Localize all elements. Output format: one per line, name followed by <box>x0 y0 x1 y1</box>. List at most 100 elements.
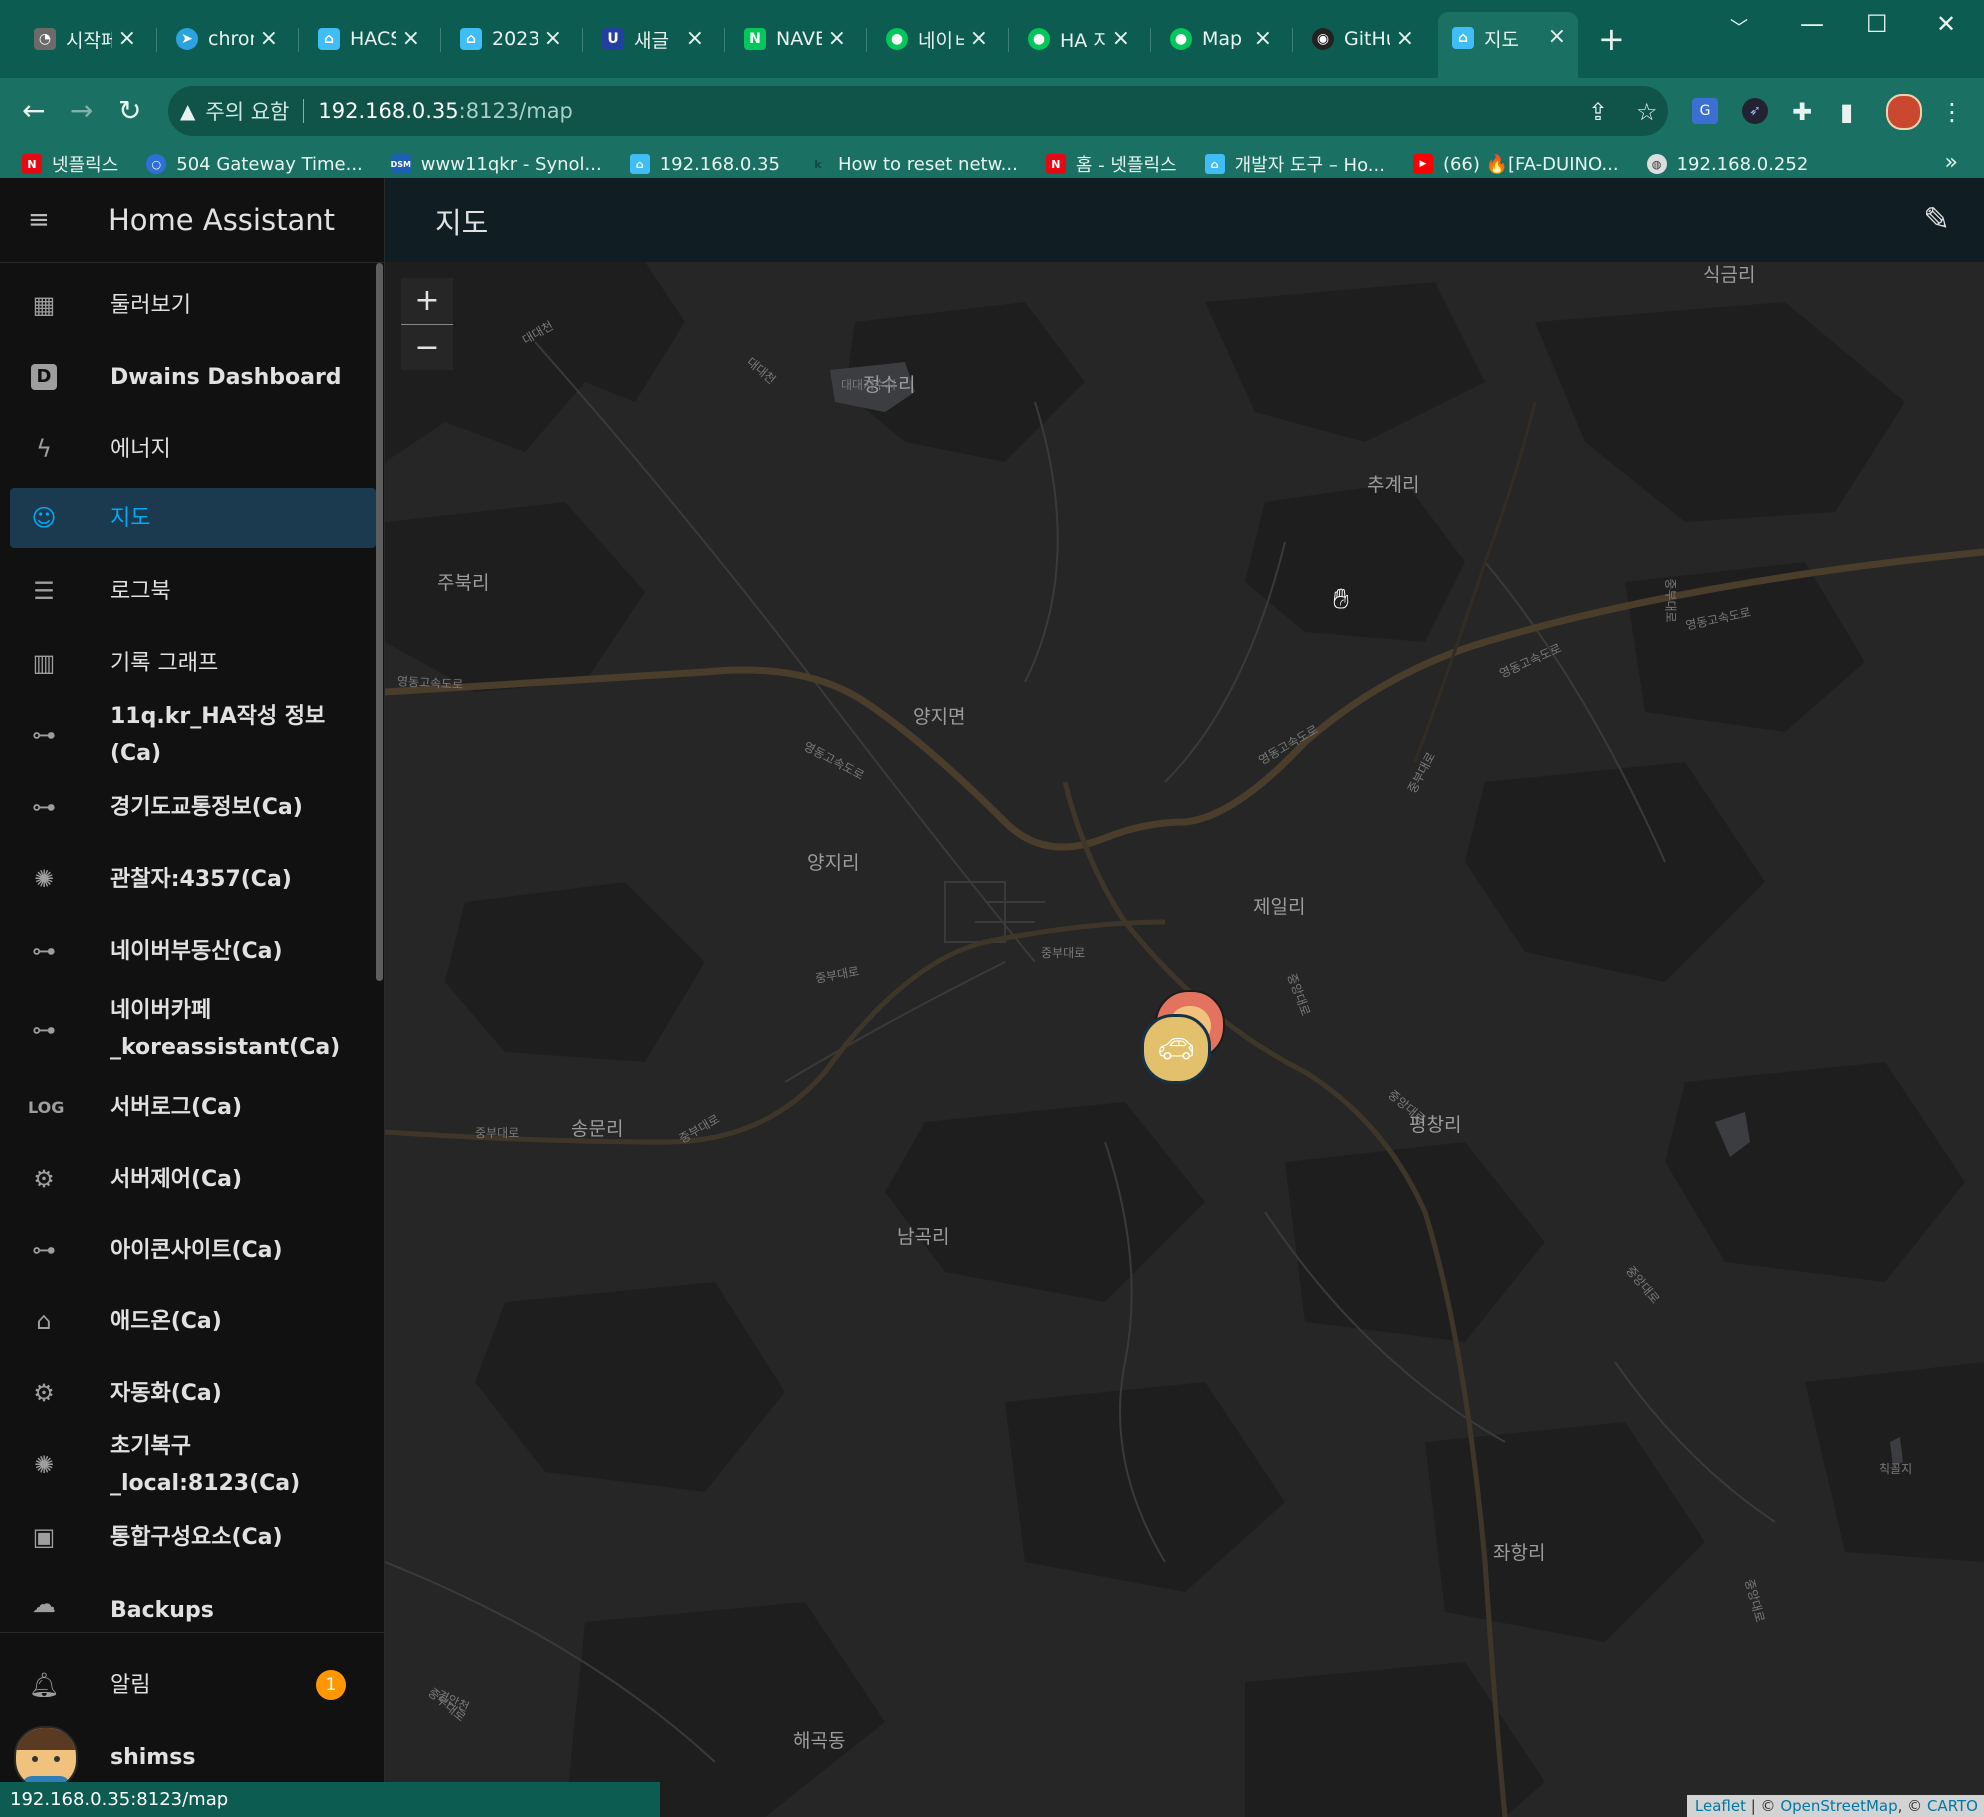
map-view[interactable]: 식금리 정수리 추계리 주북리 양지면 양지리 제일리 송문리 평창리 남곡리 … <box>385 262 1984 1817</box>
bookmark-label: (66) 🔥[FA-DUINO... <box>1442 153 1619 175</box>
browser-tab-active[interactable]: ⌂ 지도 × <box>1438 12 1578 78</box>
osm-link[interactable]: OpenStreetMap <box>1780 1797 1897 1815</box>
sidebar-item-server-log[interactable]: LOG 서버로그(Ca) <box>10 1078 376 1136</box>
tab-favicon-icon: ● <box>1170 28 1192 50</box>
side-panel-icon[interactable]: ▮ <box>1840 98 1853 126</box>
sidebar-item-observer[interactable]: ✺ 관찰자:4357(Ca) <box>10 850 376 908</box>
sidebar-item-automation[interactable]: ⚙ 자동화(Ca) <box>10 1364 376 1422</box>
minimize-button[interactable]: — <box>1800 10 1824 38</box>
share-icon[interactable]: ⇪ <box>1588 98 1608 126</box>
bookmark-item[interactable]: k How to reset netw... <box>807 154 1018 175</box>
tab-close-icon[interactable]: × <box>1396 26 1414 51</box>
tab-close-icon[interactable]: × <box>402 26 420 51</box>
tab-close-icon[interactable]: × <box>1548 24 1566 49</box>
tab-close-icon[interactable]: × <box>118 26 136 51</box>
extensions-puzzle-icon[interactable]: ✚ <box>1792 98 1812 126</box>
close-window-button[interactable]: ✕ <box>1936 10 1956 38</box>
lightbulb-icon: ✺ <box>33 1451 55 1479</box>
sidebar-item-logbook[interactable]: ☰ 로그북 <box>10 562 376 620</box>
sidebar-item-backups[interactable]: ☁ Backups <box>10 1578 376 1632</box>
bookmark-item[interactable]: N 홈 - 넷플릭스 <box>1045 151 1177 177</box>
sidebar-item-map[interactable]: ☺ 지도 <box>10 488 376 548</box>
tab-close-icon[interactable]: × <box>260 26 278 51</box>
sidebar-item-label: Dwains Dashboard <box>110 364 342 390</box>
road-label: 영동고속도로 <box>396 674 464 692</box>
link-icon: ⊶ <box>32 1016 56 1044</box>
forward-button[interactable]: → <box>70 94 93 127</box>
back-button[interactable]: ← <box>22 94 45 127</box>
browser-tab[interactable]: ● Map × <box>1156 14 1284 64</box>
bookmark-item[interactable]: ▶ (66) 🔥[FA-DUINO... <box>1412 153 1619 175</box>
menu-collapse-icon[interactable]: ≡ <box>28 205 60 235</box>
bookmark-item[interactable]: ⌂ 192.168.0.35 <box>629 154 780 175</box>
bookmark-item[interactable]: ◍ 192.168.0.252 <box>1646 154 1808 175</box>
sidebar-item-integrations[interactable]: ▣ 통합구성요소(Ca) <box>10 1508 376 1566</box>
sidebar-item-profile[interactable]: shimss <box>10 1728 376 1786</box>
bookmark-star-icon[interactable]: ☆ <box>1636 98 1658 126</box>
sidebar-item-addons[interactable]: ⌂ 애드온(Ca) <box>10 1292 376 1350</box>
tab-title: 지도 <box>1484 28 1519 51</box>
sidebar-item-server-control[interactable]: ⚙ 서버제어(Ca) <box>10 1150 376 1208</box>
sidebar-item-label: 에너지 <box>110 436 171 462</box>
tab-close-icon[interactable]: × <box>1112 26 1130 51</box>
bookmark-item[interactable]: DSM www11qkr - Synol... <box>391 154 602 175</box>
tab-close-icon[interactable]: × <box>828 26 846 51</box>
sidebar-item-initial-restore[interactable]: ✺ 초기복구_local:8123(Ca) <box>10 1434 376 1496</box>
sidebar-scrollbar[interactable] <box>376 263 383 981</box>
tab-title: NAVE <box>776 28 822 50</box>
netflix-icon: N <box>22 154 42 174</box>
car-marker-icon[interactable]: 🚗︎ <box>1141 1014 1211 1084</box>
globe-icon: ◍ <box>1646 154 1667 174</box>
terrain-area <box>1005 1382 1285 1592</box>
zoom-control: + − <box>401 278 453 370</box>
tab-close-icon[interactable]: × <box>544 26 562 51</box>
security-warning-text[interactable]: 주의 요함 <box>205 96 289 126</box>
browser-tab[interactable]: ● 네이ㅂ × <box>872 14 1000 64</box>
google-translate-extension-icon[interactable]: G <box>1692 98 1718 124</box>
sidebar-item-naver-realestate[interactable]: ⊶ 네이버부동산(Ca) <box>10 922 376 980</box>
profile-avatar-icon[interactable] <box>1886 94 1922 130</box>
warning-triangle-icon[interactable]: ▲ <box>180 99 195 123</box>
browser-tab[interactable]: ⌂ HACS × <box>304 14 432 64</box>
kebab-menu-icon[interactable]: ⋮ <box>1940 98 1964 126</box>
log-icon: LOG <box>28 1097 65 1117</box>
leaflet-link[interactable]: Leaflet <box>1695 1797 1746 1815</box>
sidebar-item-icon-site[interactable]: ⊶ 아이콘사이트(Ca) <box>10 1221 376 1279</box>
tab-divider <box>866 28 867 52</box>
browser-tab[interactable]: ● HA 지 × <box>1014 14 1142 64</box>
browser-tab[interactable]: ◔ 시작페 × <box>20 14 148 64</box>
link-icon: ⊶ <box>32 937 56 965</box>
browser-tab[interactable]: ◉ GitHu × <box>1298 14 1426 64</box>
new-tab-button[interactable]: + <box>1598 20 1625 58</box>
sidebar-item-history[interactable]: ▥ 기록 그래프 <box>10 634 376 692</box>
browser-tab[interactable]: N NAVE × <box>730 14 858 64</box>
bookmark-item[interactable]: ⌂ 개발자 도구 – Ho... <box>1204 151 1385 177</box>
tab-close-icon[interactable]: × <box>686 26 704 51</box>
more-bookmarks-chevron-icon[interactable]: » <box>1945 150 1958 175</box>
bookmark-item[interactable]: ○ 504 Gateway Time... <box>146 154 363 175</box>
tab-close-icon[interactable]: × <box>970 26 988 51</box>
tab-search-chevron-icon[interactable]: ﹀ <box>1730 14 1748 40</box>
sidebar-item-naver-cafe[interactable]: ⊶ 네이버카페 _koreassistant(Ca) <box>10 990 376 1070</box>
browser-tab[interactable]: ⌂ 2023. × <box>446 14 574 64</box>
sidebar-item-energy[interactable]: ϟ 에너지 <box>10 420 376 478</box>
reload-button[interactable]: ↻ <box>118 94 141 127</box>
sidebar-item-dwains-dashboard[interactable]: D Dwains Dashboard <box>10 348 376 406</box>
zoom-in-button[interactable]: + <box>401 278 453 325</box>
netflix-icon: N <box>1045 154 1066 174</box>
browser-tab[interactable]: U 새글 × <box>588 14 716 64</box>
sidebar-item-overview[interactable]: ▦ 둘러보기 <box>10 276 376 334</box>
carto-link[interactable]: CARTO <box>1927 1797 1978 1815</box>
address-bar[interactable]: ▲ 주의 요함 192.168.0.35:8123/map <box>168 86 1668 136</box>
tab-divider <box>724 28 725 52</box>
cursor-extension-icon[interactable]: ➶ <box>1742 98 1768 124</box>
maximize-button[interactable]: ☐ <box>1866 10 1888 38</box>
tab-close-icon[interactable]: × <box>1254 26 1272 51</box>
url-text[interactable]: 192.168.0.35:8123/map <box>318 99 573 123</box>
sidebar-item-gyeonggi-traffic[interactable]: ⊶ 경기도교통정보(Ca) <box>10 778 376 836</box>
edit-pencil-icon[interactable]: ✎ <box>1923 200 1950 238</box>
sidebar-item-11q-info[interactable]: ⊶ 11q.kr_HA작성 정보(Ca) <box>10 704 376 766</box>
browser-tab[interactable]: ➤ chron × <box>162 14 290 64</box>
bookmark-item[interactable]: N 넷플릭스 <box>22 151 118 177</box>
zoom-out-button[interactable]: − <box>401 325 453 371</box>
